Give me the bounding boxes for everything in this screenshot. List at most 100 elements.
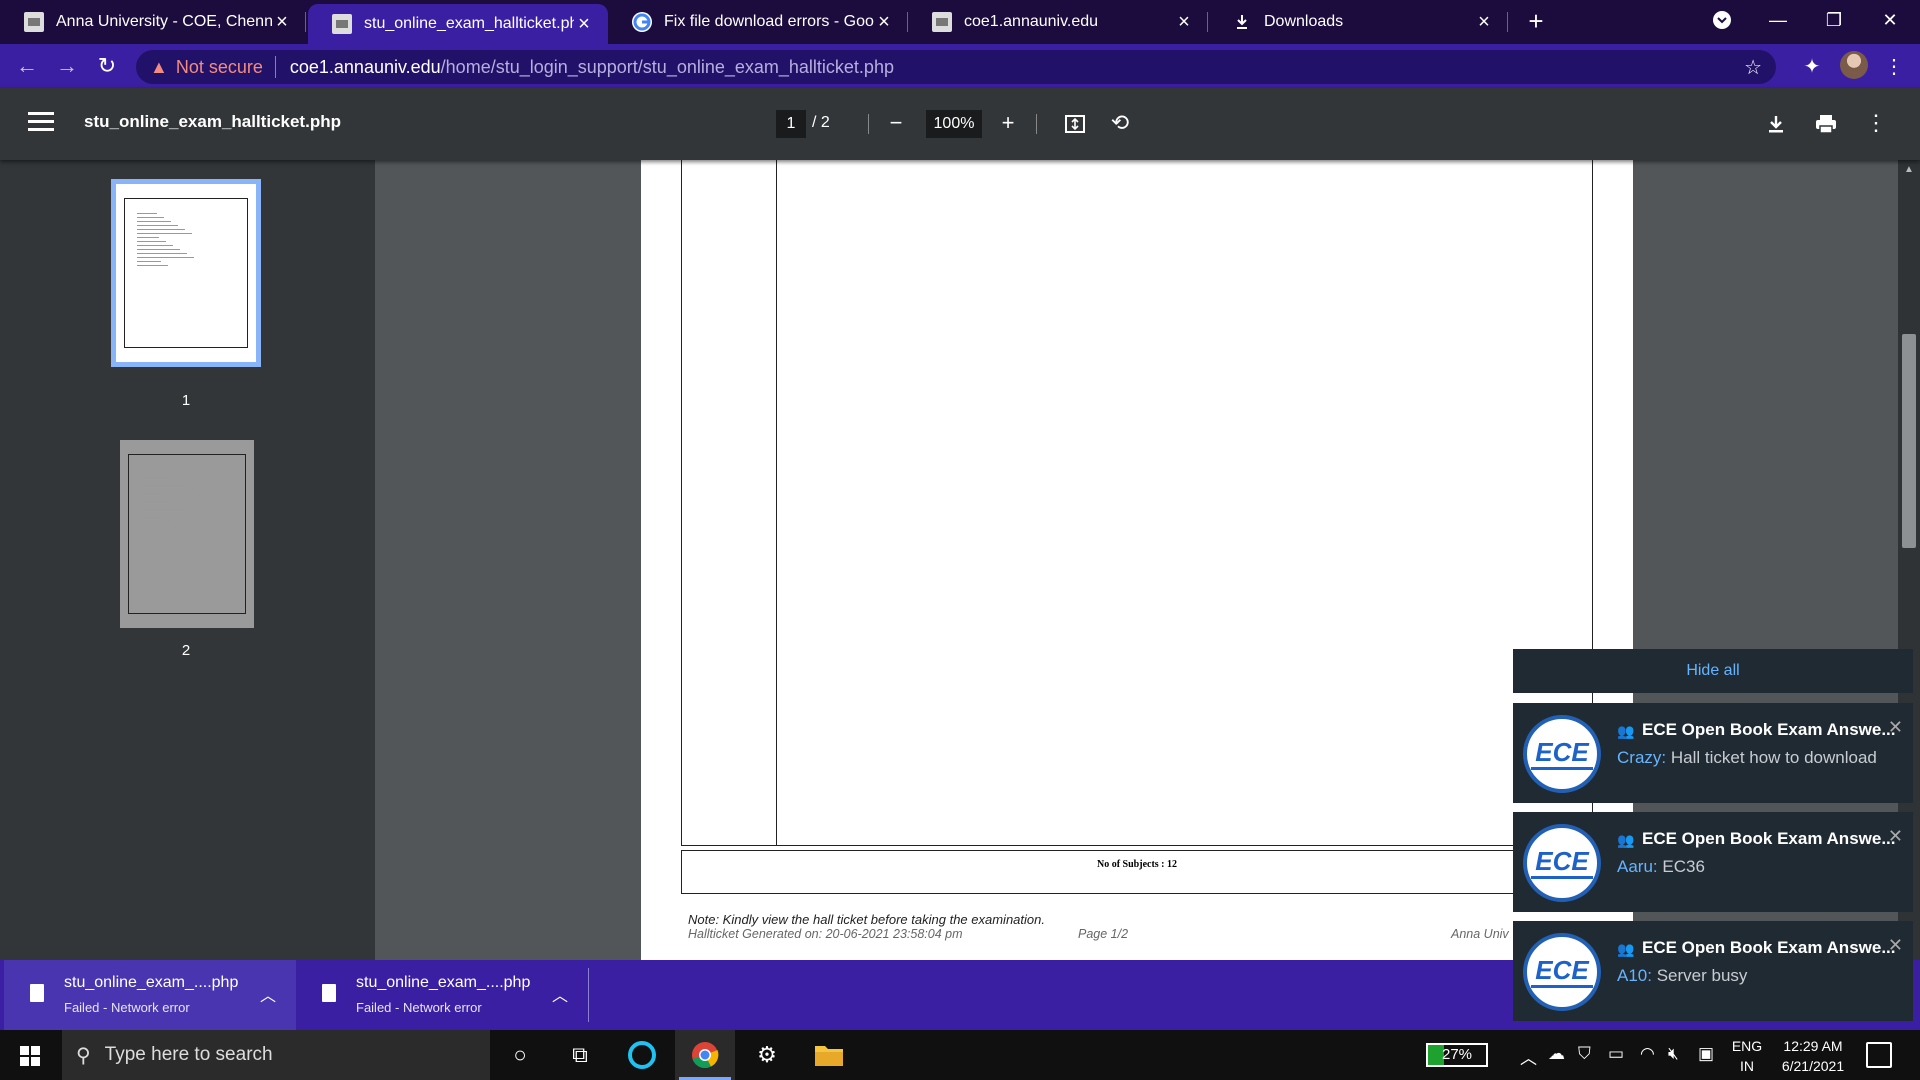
- taskbar-search-input[interactable]: ⚲ Type here to search: [62, 1030, 490, 1080]
- notification-title: ECE Open Book Exam Answe...: [1642, 720, 1896, 739]
- download-item[interactable]: stu_online_exam_....php Failed - Network…: [296, 960, 588, 1030]
- footer-university: Anna Univ: [1451, 927, 1509, 941]
- thumbnail-text-line: [137, 221, 171, 222]
- zoom-in-button[interactable]: +: [994, 110, 1022, 138]
- alexa-icon[interactable]: [612, 1030, 672, 1080]
- close-icon[interactable]: ✕: [1888, 717, 1903, 738]
- tab-coe1[interactable]: coe1.annauniv.edu ×: [908, 0, 1208, 44]
- wifi-icon[interactable]: ◠: [1640, 1044, 1655, 1064]
- tab-hallticket[interactable]: stu_online_exam_hallticket.php ×: [308, 4, 608, 44]
- cortana-icon[interactable]: ○: [490, 1030, 550, 1080]
- restore-button[interactable]: ❐: [1806, 0, 1862, 40]
- thumbnail-text-line: [141, 501, 177, 502]
- notification-message: Hall ticket how to download: [1670, 748, 1877, 767]
- thumbnail-text-line: [141, 497, 170, 498]
- security-label[interactable]: Not secure: [176, 57, 263, 78]
- meet-now-icon[interactable]: ▣: [1698, 1044, 1714, 1064]
- close-tab-icon[interactable]: ×: [1474, 11, 1494, 34]
- more-options-icon[interactable]: ⋮: [1862, 110, 1890, 138]
- menu-hamburger-icon[interactable]: [28, 112, 54, 134]
- extensions-puzzle-icon[interactable]: ✦: [1796, 52, 1828, 84]
- taskbar: ⚲ Type here to search ○ ⧉ ⚙ 27% ︿ ☁ ⛉ ▭ …: [0, 1030, 1920, 1080]
- zoom-input[interactable]: 100%: [926, 110, 982, 138]
- page-thumbnail-1[interactable]: [111, 179, 261, 367]
- chrome-menu-icon[interactable]: ⋮: [1878, 52, 1910, 84]
- notification-card[interactable]: ECE 👥 ECE Open Book Exam Answe... Crazy:…: [1513, 703, 1913, 803]
- address-bar[interactable]: ▲ Not secure coe1.annauniv.edu/home/stu_…: [136, 50, 1776, 84]
- forward-button[interactable]: →: [52, 52, 82, 82]
- download-status: Failed - Network error: [356, 1000, 482, 1015]
- antivirus-icon[interactable]: ⛉: [1578, 1044, 1591, 1064]
- group-icon: 👥: [1617, 832, 1635, 848]
- scrollbar-thumb[interactable]: [1902, 334, 1916, 548]
- pdf-page: No of Subjects : 12 Note: Kindly view th…: [641, 160, 1633, 960]
- chrome-icon[interactable]: [675, 1030, 735, 1080]
- battery-percent: 27%: [1441, 1046, 1473, 1063]
- notification-message: Server busy: [1656, 966, 1748, 985]
- page-thumbnail-2[interactable]: [120, 440, 254, 628]
- omnibox-divider: [274, 56, 276, 78]
- scroll-up-icon[interactable]: ▲: [1901, 164, 1917, 176]
- volume-muted-icon[interactable]: 🔇︎: [1668, 1044, 1679, 1064]
- pdf-title: stu_online_exam_hallticket.php: [84, 112, 341, 131]
- system-clock[interactable]: 12:29 AM 6/21/2021: [1770, 1036, 1856, 1076]
- file-explorer-icon[interactable]: [799, 1030, 859, 1080]
- notification-title: ECE Open Book Exam Answe...: [1642, 938, 1896, 957]
- toolbar-divider: [868, 114, 869, 134]
- thumbnail-text-line: [141, 485, 189, 486]
- notification-card[interactable]: ECE 👥 ECE Open Book Exam Answe... A10: S…: [1513, 921, 1913, 1021]
- download-item[interactable]: stu_online_exam_....php Failed - Network…: [4, 960, 296, 1030]
- battery-tray-icon[interactable]: ▭: [1608, 1044, 1624, 1064]
- language-indicator[interactable]: ENG IN: [1730, 1036, 1764, 1076]
- chevron-up-icon[interactable]: ︿: [260, 982, 276, 1006]
- close-icon[interactable]: ✕: [1888, 935, 1903, 956]
- close-tab-icon[interactable]: ×: [574, 13, 594, 36]
- bookmark-star-icon[interactable]: ☆: [1744, 55, 1762, 80]
- page-number-input[interactable]: 1: [776, 110, 806, 138]
- thumbnail-number: 2: [181, 642, 191, 659]
- language-code: ENG: [1731, 1038, 1763, 1054]
- show-hidden-icons-chevron-icon[interactable]: ︿: [1520, 1044, 1537, 1069]
- tab-search-button[interactable]: [1694, 0, 1750, 40]
- task-view-icon[interactable]: ⧉: [550, 1030, 610, 1080]
- thumbnail-text-line: [137, 261, 161, 262]
- rotate-icon[interactable]: ⟲: [1106, 110, 1134, 138]
- tab-google-help[interactable]: Fix file download errors - Google ×: [608, 0, 908, 44]
- fit-to-page-icon[interactable]: [1061, 110, 1089, 138]
- windows-start-icon[interactable]: [20, 1046, 40, 1066]
- download-icon[interactable]: [1762, 110, 1790, 138]
- back-button[interactable]: ←: [12, 52, 42, 82]
- notification-card[interactable]: ECE 👥 ECE Open Book Exam Answe... Aaru: …: [1513, 812, 1913, 912]
- thumbnail-text-line: [141, 477, 175, 478]
- close-tab-icon[interactable]: ×: [1174, 11, 1194, 34]
- hide-all-button[interactable]: Hide all: [1513, 649, 1913, 693]
- chevron-up-icon[interactable]: ︿: [552, 982, 568, 1006]
- google-icon: [632, 12, 652, 32]
- thumbnail-text-line: [137, 217, 164, 218]
- minimize-button[interactable]: —: [1750, 0, 1806, 40]
- close-icon[interactable]: ✕: [1888, 826, 1903, 847]
- page-favicon-icon: [932, 12, 952, 32]
- onedrive-cloud-icon[interactable]: ☁: [1548, 1044, 1565, 1064]
- thumbnail-text-line: [137, 237, 159, 238]
- generated-timestamp: Hallticket Generated on: 20-06-2021 23:5…: [688, 927, 963, 941]
- tab-downloads[interactable]: Downloads ×: [1208, 0, 1508, 44]
- battery-indicator[interactable]: 27%: [1426, 1043, 1488, 1067]
- settings-gear-icon[interactable]: ⚙: [737, 1030, 797, 1080]
- new-tab-button[interactable]: +: [1520, 6, 1552, 38]
- close-tab-icon[interactable]: ×: [272, 11, 292, 34]
- close-window-button[interactable]: ✕: [1862, 0, 1918, 40]
- tab-title: coe1.annauniv.edu: [964, 13, 1099, 30]
- tab-anna-university[interactable]: Anna University - COE, Chennai ×: [0, 0, 306, 44]
- action-center-icon[interactable]: [1866, 1042, 1892, 1068]
- language-region: IN: [1740, 1058, 1754, 1074]
- notification-sender: A10:: [1617, 966, 1652, 985]
- search-placeholder: Type here to search: [104, 1044, 273, 1065]
- close-tab-icon[interactable]: ×: [874, 11, 894, 34]
- reload-button[interactable]: ↻: [92, 52, 122, 82]
- clock-date: 6/21/2021: [1781, 1058, 1845, 1074]
- ece-logo: ECE: [1523, 824, 1601, 902]
- profile-avatar[interactable]: [1840, 51, 1868, 79]
- zoom-out-button[interactable]: −: [882, 110, 910, 138]
- print-icon[interactable]: [1812, 110, 1840, 138]
